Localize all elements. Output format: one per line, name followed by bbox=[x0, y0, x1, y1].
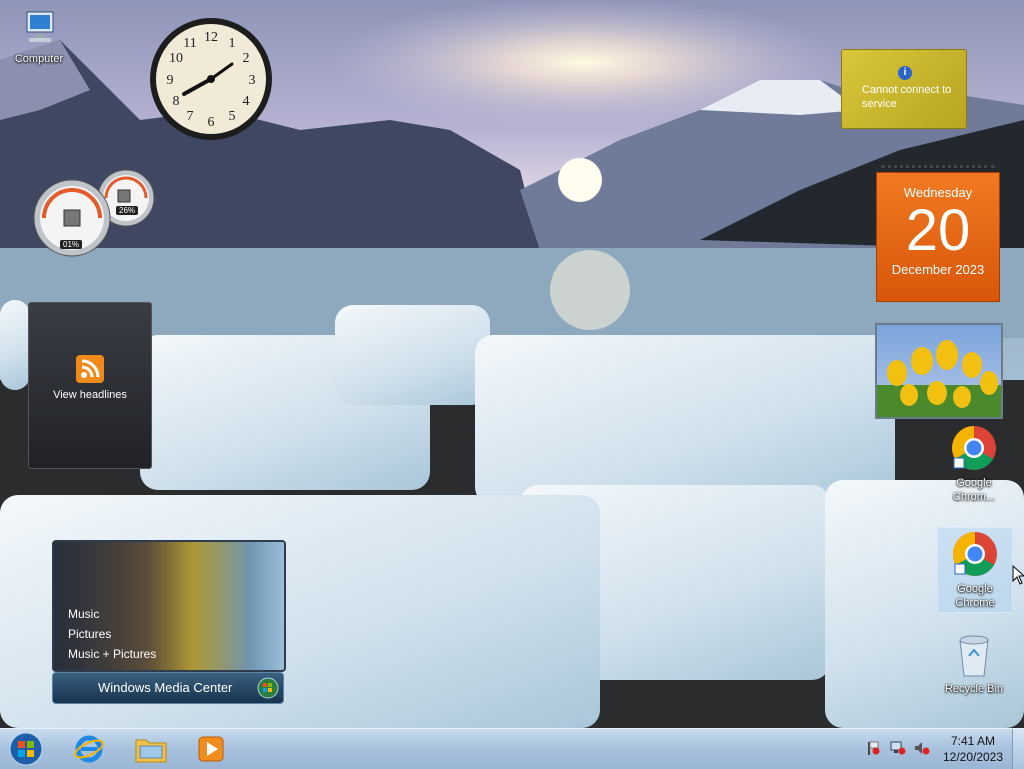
feed-headlines-gadget[interactable]: View headlines bbox=[28, 302, 152, 469]
network-icon[interactable] bbox=[890, 741, 906, 755]
folder-icon bbox=[135, 739, 167, 763]
recycle-bin-icon bbox=[959, 635, 989, 677]
chrome-label-2: Google Chrome bbox=[955, 583, 995, 609]
windows-orb-icon bbox=[257, 677, 279, 699]
clock-date: 12/20/2023 bbox=[942, 750, 1004, 764]
taskbar-file-explorer[interactable] bbox=[124, 731, 178, 767]
clock-num: 6 bbox=[208, 115, 215, 130]
clock-num: 9 bbox=[167, 73, 174, 88]
chrome-label-1: Google Chrom... bbox=[952, 477, 996, 503]
clock-face: 12 1 2 3 4 5 6 7 8 9 10 11 bbox=[150, 18, 272, 140]
clock-num: 7 bbox=[187, 109, 194, 124]
chrome-shortcut-2[interactable]: Google Chrome bbox=[937, 527, 1013, 613]
desktop: Computer 12 1 2 3 4 5 6 7 8 9 10 11 01% … bbox=[0, 0, 1024, 728]
computer-desktop-icon[interactable]: Computer bbox=[2, 8, 76, 66]
media-center-gadget[interactable]: Music Pictures Music + Pictures Windows … bbox=[52, 540, 286, 704]
clock-num: 5 bbox=[229, 109, 236, 124]
clock-time: 7:41 AM bbox=[950, 734, 996, 748]
memory-percent: 26% bbox=[116, 206, 139, 215]
calendar-day: 20 bbox=[905, 198, 971, 263]
system-clock[interactable]: 7:41 AM 12/20/2023 bbox=[938, 733, 1008, 765]
media-player-icon bbox=[198, 736, 224, 762]
recycle-bin-label: Recycle Bin bbox=[944, 683, 1004, 695]
internet-explorer-icon bbox=[74, 735, 104, 763]
calendar-gadget[interactable]: Wednesday 20 December 2023 bbox=[876, 165, 1000, 302]
tulips-photo bbox=[877, 340, 1001, 417]
chrome-icon bbox=[952, 426, 996, 470]
taskbar-internet-explorer[interactable] bbox=[62, 731, 116, 767]
view-headlines-link[interactable]: View headlines bbox=[29, 389, 151, 401]
taskbar-media-player[interactable] bbox=[184, 731, 238, 767]
ice-block bbox=[335, 305, 490, 405]
windows-start-icon bbox=[9, 732, 43, 766]
action-center-flag-icon[interactable] bbox=[866, 741, 880, 755]
clock-num: 8 bbox=[173, 94, 180, 109]
media-center-brand: Windows Media Center bbox=[98, 680, 233, 695]
chrome-icon bbox=[953, 532, 997, 576]
clock-num: 4 bbox=[243, 94, 250, 109]
cpu-meter-gadget[interactable]: 01% 26% bbox=[32, 168, 156, 260]
media-center-launch[interactable]: Windows Media Center bbox=[52, 672, 284, 704]
calendar-month-year: December 2023 bbox=[891, 262, 985, 277]
clock-num: 2 bbox=[243, 51, 250, 66]
clock-gadget[interactable]: 12 1 2 3 4 5 6 7 8 9 10 11 bbox=[148, 16, 274, 142]
menu-music[interactable]: Music bbox=[68, 604, 156, 624]
clock-num: 11 bbox=[183, 36, 196, 51]
start-button[interactable] bbox=[0, 731, 52, 767]
mouse-cursor-icon bbox=[1012, 565, 1024, 585]
cpu-percent: 01% bbox=[60, 240, 83, 249]
currency-gadget[interactable]: i Cannot connect to service bbox=[841, 49, 967, 129]
volume-muted-icon[interactable] bbox=[914, 741, 930, 755]
taskbar: 7:41 AM 12/20/2023 bbox=[0, 728, 1024, 769]
info-icon: i bbox=[898, 66, 912, 80]
show-desktop-button[interactable] bbox=[1012, 729, 1024, 769]
media-tiles: Music Pictures Music + Pictures bbox=[52, 540, 286, 672]
slideshow-gadget[interactable] bbox=[875, 323, 1003, 419]
menu-pictures[interactable]: Pictures bbox=[68, 624, 156, 644]
menu-music-pictures[interactable]: Music + Pictures bbox=[68, 644, 156, 664]
currency-status: Cannot connect to service bbox=[862, 84, 952, 110]
recycle-bin-desktop-icon[interactable]: Recycle Bin bbox=[937, 632, 1011, 696]
computer-label: Computer bbox=[14, 53, 64, 65]
clock-num: 1 bbox=[229, 36, 236, 51]
rss-icon bbox=[76, 355, 104, 383]
computer-icon bbox=[26, 11, 54, 42]
calendar-rings bbox=[881, 165, 995, 178]
clock-num: 12 bbox=[204, 30, 218, 45]
clock-num: 3 bbox=[249, 73, 256, 88]
ice-block bbox=[475, 335, 895, 505]
ice-block bbox=[0, 300, 30, 390]
clock-num: 10 bbox=[169, 51, 183, 66]
chrome-shortcut-1[interactable]: Google Chrom... bbox=[937, 424, 1011, 504]
